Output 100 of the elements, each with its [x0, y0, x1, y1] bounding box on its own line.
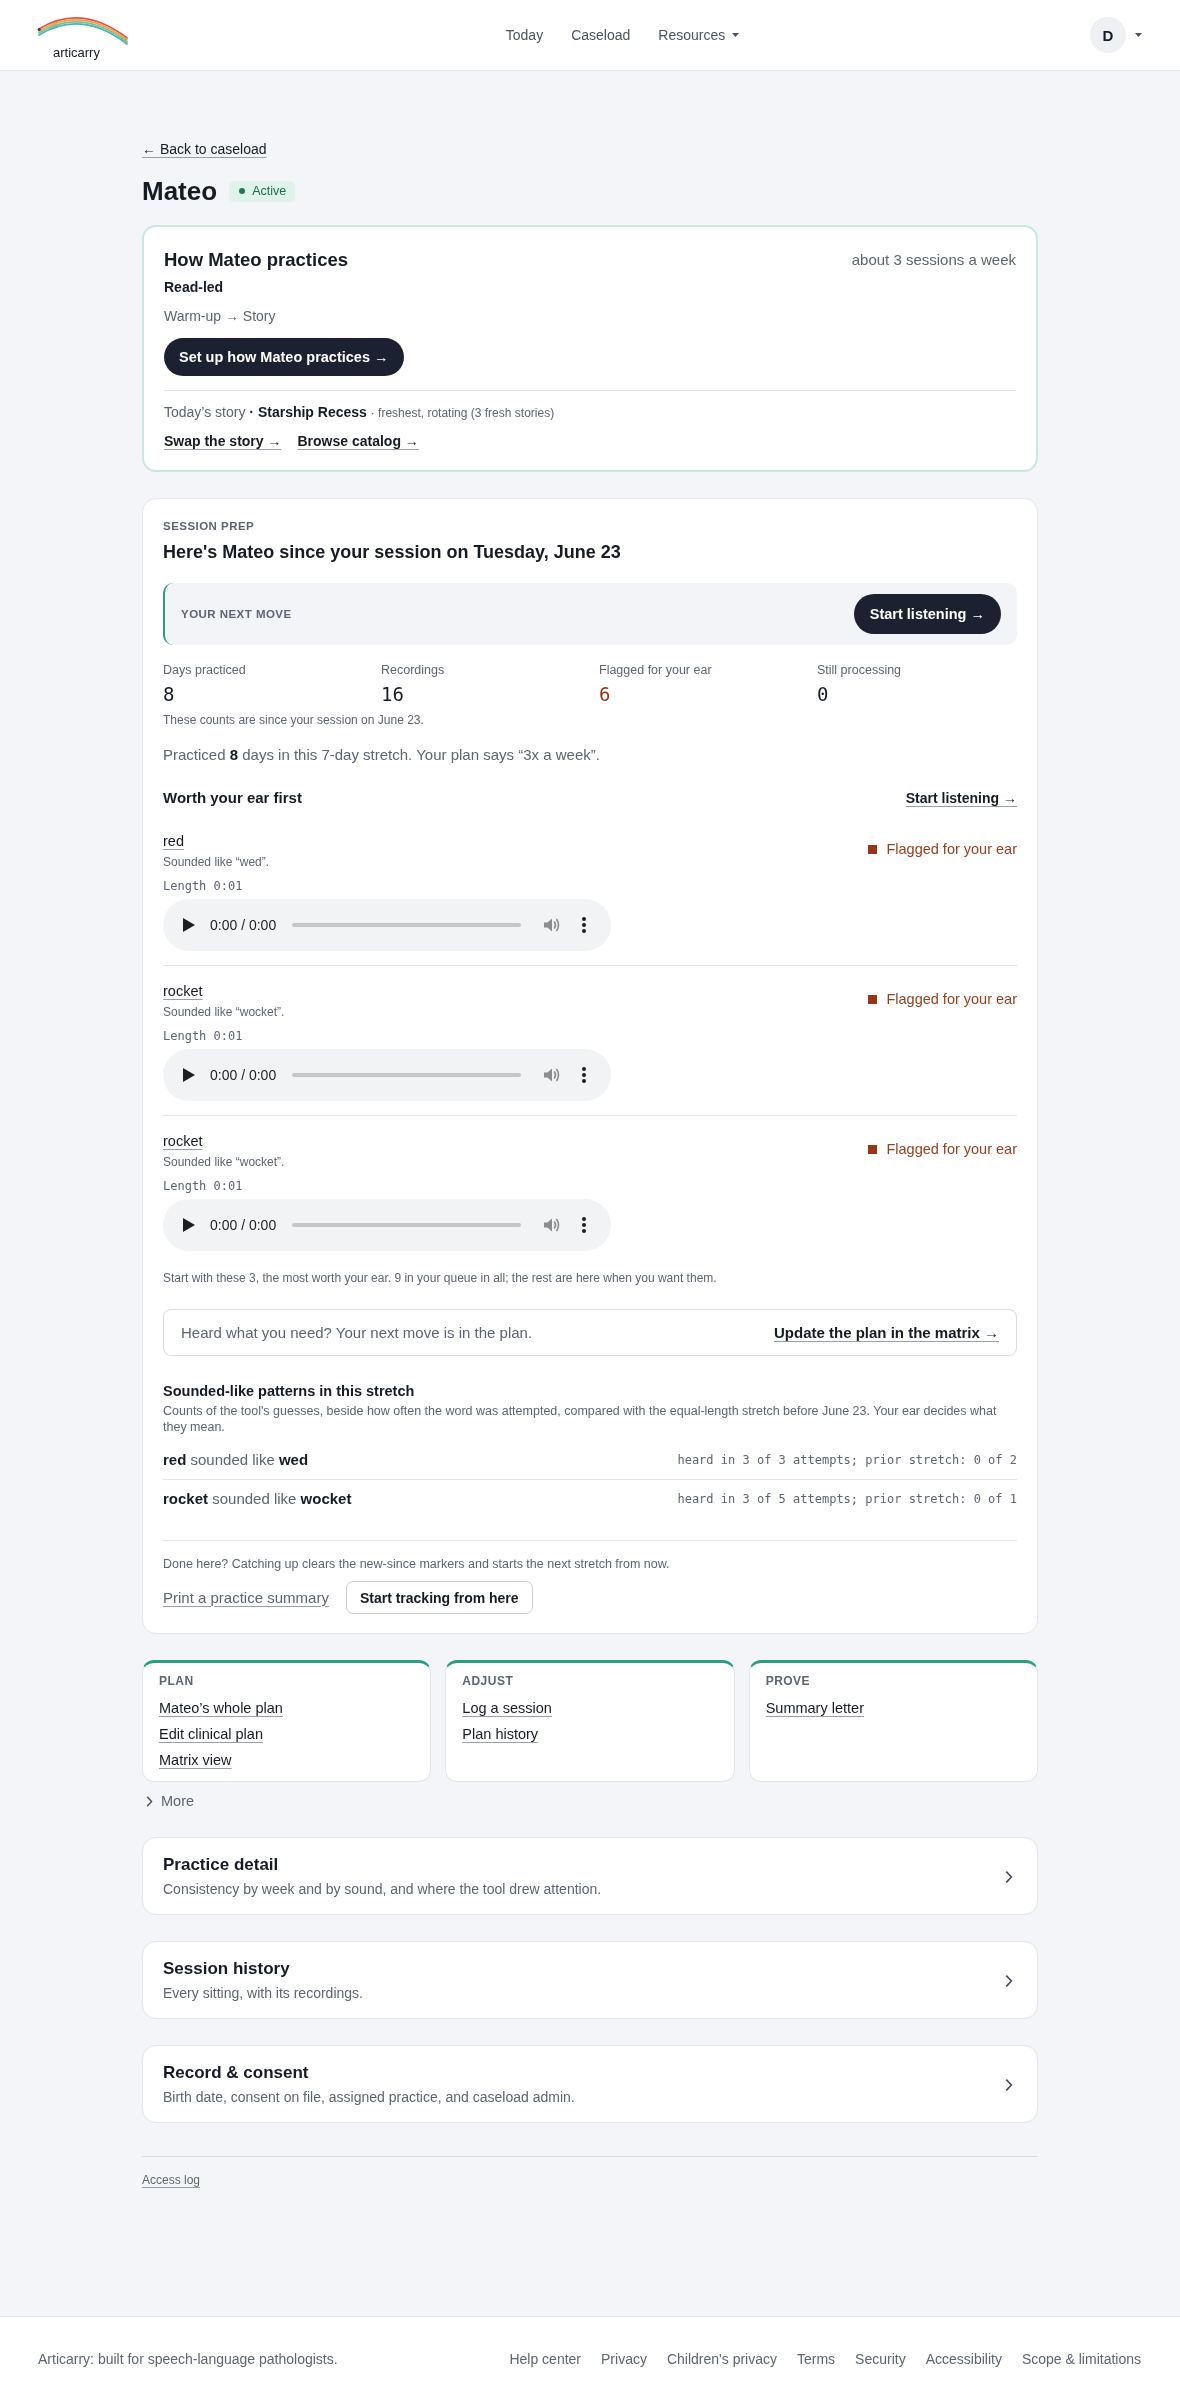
stats-note: These counts are since your session on June 23.	[163, 712, 425, 728]
nav-link[interactable]: Today	[505, 25, 544, 45]
footer-link[interactable]: Accessibility	[925, 2349, 1002, 2369]
shortcut-label: PROVE	[765, 1673, 812, 1689]
pattern-counts: heard in 3 of 3 attempts; prior stretch: 0 of 2	[677, 1452, 1017, 1468]
stat-label: Still processing	[817, 662, 902, 678]
section-card[interactable]: Session history Every sitting, with its recordings.	[142, 1941, 1038, 2019]
print-summary-link[interactable]: Print a practice summary	[163, 1587, 329, 1608]
shortcut-link[interactable]: Matrix view	[159, 1750, 232, 1770]
seek-track[interactable]	[292, 1073, 522, 1077]
flag-label: Flagged for your ear	[886, 840, 1017, 859]
section-card[interactable]: Record & consent Birth date, consent on file, assigned practice, and caseload admin.	[142, 2045, 1038, 2123]
footer-link[interactable]: Terms	[797, 2349, 836, 2369]
word-link[interactable]: red	[163, 831, 184, 851]
stat-value: 8	[163, 682, 175, 707]
word-link[interactable]: rocket	[163, 981, 203, 1001]
queue-note: Start with these 3, the most worth your ear. 9 in your queue in all; the rest are here when you want them.	[163, 1270, 718, 1286]
shortcut-label: PLAN	[159, 1673, 195, 1689]
volume-icon[interactable]	[543, 1066, 562, 1084]
start-tracking-button[interactable]: Start tracking from here	[345, 1581, 533, 1614]
nav-link[interactable]: Caseload	[571, 25, 631, 45]
access-log-link[interactable]: Access log	[142, 2172, 201, 2188]
recording-length: Length 0:01	[163, 878, 243, 894]
sounded-like-note: Sounded like “wocket”.	[163, 1004, 285, 1020]
story-line: Today’s story · Starship Recess · freshest, rotating (3 fresh stories)	[164, 403, 556, 422]
sounded-like-note: Sounded like “wocket”.	[163, 1154, 285, 1170]
play-icon[interactable]	[183, 918, 195, 932]
stat-value: 0	[817, 682, 829, 707]
practice-summary: Practiced 8 days in this 7-day stretch. Your plan says “3x a week”.	[163, 745, 601, 765]
volume-icon[interactable]	[543, 916, 562, 934]
logo-link[interactable]: articarry	[37, 17, 129, 61]
wrap-up-note: Done here? Catching up clears the new-since markers and starts the next stretch from now.	[163, 1556, 671, 1572]
nav-link[interactable]: Resources	[658, 25, 740, 45]
more-options-icon[interactable]	[582, 1217, 587, 1233]
back-link[interactable]: ← Back to caseload	[142, 139, 267, 159]
status-dot-icon	[239, 188, 246, 194]
stat-label: Days practiced	[163, 662, 246, 678]
shortcut-link[interactable]: Plan history	[462, 1724, 539, 1744]
pattern-counts: heard in 3 of 5 attempts; prior stretch: 0 of 1	[677, 1491, 1017, 1507]
story-link[interactable]: Browse catalog →	[297, 431, 419, 451]
volume-icon[interactable]	[543, 1216, 562, 1234]
rainbow-icon	[37, 17, 129, 45]
footer-link[interactable]: Privacy	[601, 2349, 647, 2369]
start-listening-link[interactable]: Start listening →	[905, 788, 1017, 808]
setup-practice-button[interactable]: Set up how Mateo practices →	[164, 338, 404, 376]
patterns-description: Counts of the tool's guesses, beside how often the word was attempted, compared with the equal-length stretch before June 23. Your ear decides what they mean.	[163, 1403, 998, 1435]
section-eyebrow: SESSION PREP	[163, 519, 256, 533]
start-listening-button[interactable]: Start listening →	[853, 594, 1001, 634]
section-description: Consistency by week and by sound, and where the tool drew attention.	[163, 1880, 602, 1899]
pattern-text: red sounded like wed	[163, 1450, 309, 1470]
stat-value: 16	[381, 682, 404, 707]
stat-label: Flagged for your ear	[599, 662, 712, 678]
footer-tagline: Articarry: built for speech-language pathologists.	[38, 2350, 338, 2369]
section-heading: Here's Mateo since your session on Tuesday, June 23	[163, 541, 622, 564]
more-options-icon[interactable]	[582, 1067, 587, 1083]
client-name: Mateo	[142, 175, 218, 207]
update-plan-link[interactable]: Update the plan in the matrix →	[773, 1322, 999, 1343]
footer-link[interactable]: Scope & limitations	[1021, 2349, 1141, 2369]
more-options-icon[interactable]	[582, 917, 587, 933]
time-display: 0:00 / 0:00	[210, 916, 277, 934]
section-card[interactable]: Practice detail Consistency by week and by sound, and where the tool drew attention.	[142, 1837, 1038, 1915]
stat-label: Recordings	[381, 662, 445, 678]
shortcut-link[interactable]: Summary letter	[765, 1698, 864, 1718]
chevron-icon	[1005, 1870, 1013, 1883]
practice-flow: Warm-up → Story	[164, 307, 277, 326]
next-move-label: YOUR NEXT MOVE	[181, 607, 292, 621]
practice-mode: Read-led	[164, 278, 225, 297]
sounded-like-note: Sounded like “wed”.	[163, 854, 270, 870]
time-display: 0:00 / 0:00	[210, 1066, 277, 1084]
shortcut-link[interactable]: Mateo’s whole plan	[159, 1698, 283, 1718]
play-icon[interactable]	[183, 1218, 195, 1232]
story-link[interactable]: Swap the story →	[164, 431, 282, 451]
footer-link[interactable]: Children's privacy	[666, 2349, 777, 2369]
pattern-text: rocket sounded like wocket	[163, 1489, 352, 1509]
shortcut-link[interactable]: Log a session	[462, 1698, 552, 1718]
word-link[interactable]: rocket	[163, 1131, 203, 1151]
flag-label: Flagged for your ear	[886, 990, 1017, 1009]
section-title: Record & consent	[163, 2062, 310, 2084]
avatar-button[interactable]: D	[1090, 17, 1126, 53]
play-icon[interactable]	[183, 1068, 195, 1082]
footer-link[interactable]: Help center	[509, 2349, 582, 2369]
seek-track[interactable]	[292, 1223, 522, 1227]
card-title: How Mateo practices	[164, 249, 349, 271]
section-title: Practice detail	[163, 1854, 280, 1876]
frequency-text: about 3 sessions a week	[851, 250, 1016, 270]
recording-length: Length 0:01	[163, 1028, 243, 1044]
callout-text: Heard what you need? Your next move is in the plan.	[181, 1323, 533, 1343]
chevron-icon	[1005, 2078, 1013, 2091]
caret-icon[interactable]	[1135, 33, 1142, 37]
caret-icon[interactable]	[732, 33, 740, 37]
recording-length: Length 0:01	[163, 1178, 243, 1194]
status-label: Active	[252, 183, 287, 199]
section-title: Session history	[163, 1958, 291, 1980]
stat-value: 6	[599, 682, 611, 707]
more-toggle[interactable]: More	[142, 1791, 195, 1811]
patterns-heading: Sounded-like patterns in this stretch	[163, 1382, 416, 1401]
seek-track[interactable]	[292, 923, 522, 927]
shortcut-link[interactable]: Edit clinical plan	[159, 1724, 263, 1744]
footer-link[interactable]: Security	[855, 2349, 906, 2369]
flag-label: Flagged for your ear	[886, 1140, 1017, 1159]
